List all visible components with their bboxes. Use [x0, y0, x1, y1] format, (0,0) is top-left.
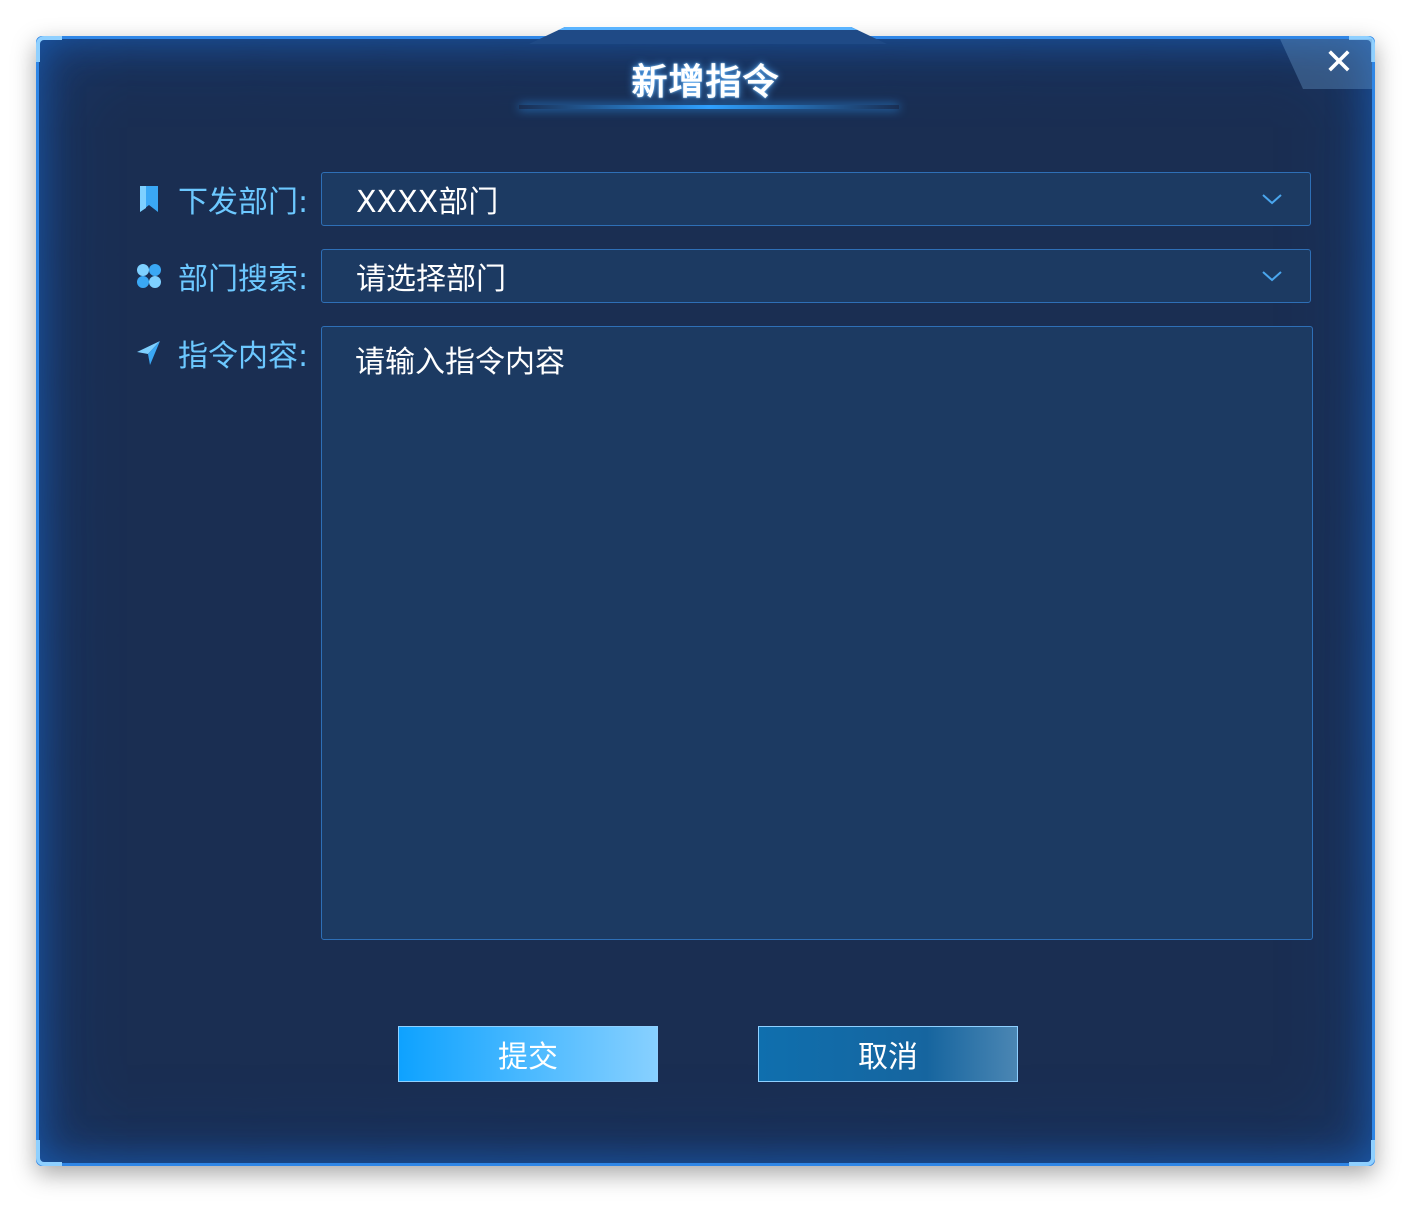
- page: 新增指令 ✕ 下发部门: XXXX部门 部门搜索: 请选择部门 指令内容: 请输…: [0, 0, 1413, 1214]
- title-underline: [519, 105, 899, 109]
- frame-corner: [36, 1140, 62, 1166]
- submit-button[interactable]: 提交: [398, 1026, 658, 1082]
- bookmark-icon: [140, 186, 158, 212]
- department-search-label-text: 部门搜索:: [178, 262, 309, 297]
- department-select[interactable]: XXXX部门: [321, 172, 1311, 226]
- department-search-select[interactable]: 请选择部门: [321, 249, 1311, 303]
- instruction-content-textarea[interactable]: 请输入指令内容: [321, 326, 1313, 940]
- frame-corner: [1349, 1140, 1375, 1166]
- title-tab: [529, 27, 887, 44]
- instruction-content-label-text: 指令内容:: [178, 339, 309, 374]
- add-instruction-dialog: 新增指令 ✕ 下发部门: XXXX部门 部门搜索: 请选择部门 指令内容: 请输…: [36, 27, 1375, 1166]
- department-search-label: 部门搜索:: [134, 249, 308, 303]
- send-icon: [137, 341, 160, 365]
- department-search-placeholder: 请选择部门: [356, 262, 506, 297]
- close-icon[interactable]: ✕: [1324, 43, 1354, 83]
- clover-icon: [137, 264, 161, 288]
- cancel-button[interactable]: 取消: [758, 1026, 1018, 1082]
- department-label-text: 下发部门:: [178, 185, 309, 220]
- department-select-value: XXXX部门: [356, 185, 499, 220]
- department-label: 下发部门:: [134, 172, 308, 226]
- instruction-content-label: 指令内容:: [134, 326, 308, 380]
- dialog-title: 新增指令: [631, 62, 780, 103]
- instruction-content-placeholder: 请输入指令内容: [355, 345, 565, 380]
- chevron-down-icon: [1262, 194, 1282, 205]
- chevron-down-icon: [1262, 271, 1282, 282]
